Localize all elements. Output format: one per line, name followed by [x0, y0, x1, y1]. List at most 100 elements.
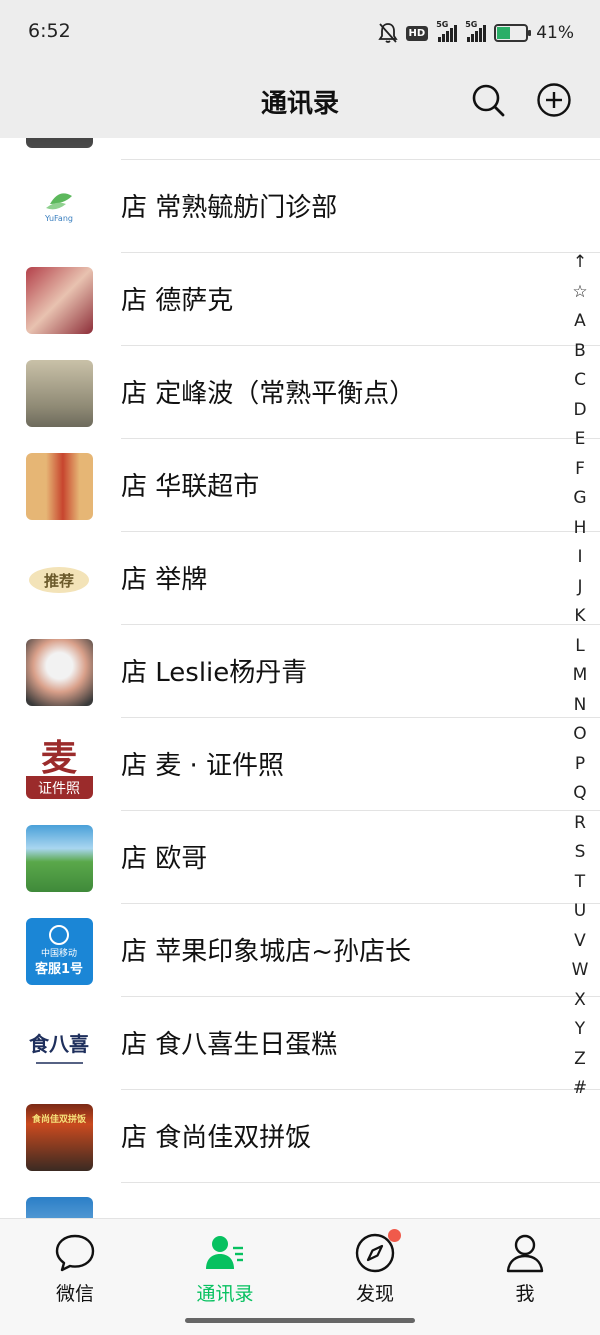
battery-percent: 41%	[536, 23, 574, 43]
contact-row[interactable]: 食尚佳双拼饭 店 食尚佳双拼饭	[0, 1090, 600, 1183]
contact-avatar: YuFang	[26, 174, 93, 241]
tab-me[interactable]: 我	[450, 1231, 600, 1306]
index-letter[interactable]: R	[566, 809, 594, 839]
index-letter[interactable]: ☆	[566, 278, 594, 308]
tab-label: 我	[515, 1283, 535, 1305]
contact-avatar	[26, 639, 93, 706]
index-letter[interactable]: L	[566, 632, 594, 662]
person-icon	[506, 1234, 544, 1273]
network-label: 5G	[465, 20, 478, 29]
avatar-text: 推荐	[44, 572, 74, 590]
avatar-text: 中国移动	[41, 947, 77, 959]
avatar-subtext: 证件照	[38, 781, 80, 797]
index-letter[interactable]: M	[566, 661, 594, 691]
avatar-text: 食尚佳双拼饭	[31, 1113, 86, 1125]
contact-row[interactable]: 店 华联超市	[0, 439, 600, 532]
contact-row[interactable]: 店 Leslie杨丹青	[0, 625, 600, 718]
index-letter[interactable]: T	[566, 868, 594, 898]
index-letter[interactable]: Q	[566, 779, 594, 809]
status-time: 6:52	[28, 20, 71, 42]
contact-avatar	[26, 453, 93, 520]
index-letter[interactable]: W	[566, 956, 594, 986]
contact-name: 店 常熟毓舫门诊部	[121, 193, 338, 223]
plus-circle-icon[interactable]	[536, 82, 572, 118]
contact-list[interactable]: YuFang 店 常熟毓舫门诊部 店 德萨克 店 定峰波（常熟平衡点） 店 华联…	[0, 138, 600, 1218]
status-bar: 6:52 HD 5G 5G 41%	[0, 0, 600, 66]
contact-avatar	[26, 267, 93, 334]
index-letter[interactable]: V	[566, 927, 594, 957]
contact-row[interactable]: 店 德萨克	[0, 253, 600, 346]
tab-label: 发现	[355, 1283, 394, 1305]
contact-name: 店 定峰波（常熟平衡点）	[121, 379, 416, 409]
avatar-text: 麦	[41, 738, 77, 779]
contact-name: 店 举牌	[121, 565, 208, 595]
contact-name: 店 欧哥	[121, 844, 208, 874]
contact-name: 店 Leslie杨丹青	[121, 658, 308, 688]
page-title: 通讯录	[260, 89, 339, 119]
index-letter[interactable]: G	[566, 484, 594, 514]
tab-discover[interactable]: 发现	[300, 1229, 450, 1306]
contact-avatar	[26, 360, 93, 427]
contact-avatar: 食八喜	[26, 1011, 93, 1078]
contact-row[interactable]: 中国移动 客服1号 店 苹果印象城店~孙店长	[0, 904, 600, 997]
notification-dot	[388, 1229, 401, 1242]
contact-name: 店 麦 · 证件照	[121, 751, 285, 781]
signal-icon: 5G	[465, 20, 487, 42]
index-letter[interactable]: I	[566, 543, 594, 573]
contact-name: 店 食尚佳双拼饭	[121, 1123, 312, 1153]
index-letter[interactable]: N	[566, 691, 594, 721]
chat-bubble-icon	[55, 1234, 95, 1272]
contacts-icon	[206, 1236, 243, 1269]
index-letter[interactable]: X	[566, 986, 594, 1016]
header: 通讯录	[0, 66, 600, 138]
contact-name: 店 食八喜生日蛋糕	[121, 1030, 338, 1060]
contact-row[interactable]: 食八喜 店 食八喜生日蛋糕	[0, 997, 600, 1090]
avatar-text: 食八喜	[29, 1032, 89, 1056]
contact-row[interactable]	[0, 1183, 600, 1218]
index-letter[interactable]: ↑	[566, 248, 594, 278]
contact-avatar	[26, 825, 93, 892]
contact-row[interactable]: 店 定峰波（常熟平衡点）	[0, 346, 600, 439]
contact-avatar: 麦 证件照	[26, 732, 93, 799]
contact-name: 店 德萨克	[121, 286, 234, 316]
index-letter[interactable]: P	[566, 750, 594, 780]
index-letter[interactable]: O	[566, 720, 594, 750]
contact-avatar: 推荐	[26, 546, 93, 613]
contact-row[interactable]: YuFang 店 常熟毓舫门诊部	[0, 160, 600, 253]
alphabet-index[interactable]: ↑ ☆ A B C D E F G H I J K L M N O P Q R S T U V W X Y Z #	[566, 248, 594, 1104]
index-letter[interactable]: S	[566, 838, 594, 868]
index-letter[interactable]: Y	[566, 1015, 594, 1045]
contact-row[interactable]: 店 欧哥	[0, 811, 600, 904]
index-letter[interactable]: J	[566, 573, 594, 603]
index-letter[interactable]: B	[566, 337, 594, 367]
search-icon[interactable]	[470, 82, 506, 118]
index-letter[interactable]: F	[566, 455, 594, 485]
network-label: 5G	[436, 20, 449, 29]
index-letter[interactable]: Z	[566, 1045, 594, 1075]
index-letter[interactable]: H	[566, 514, 594, 544]
contact-row[interactable]: 推荐 店 举牌	[0, 532, 600, 625]
contact-avatar: 中国移动 客服1号	[26, 918, 93, 985]
index-letter[interactable]: U	[566, 897, 594, 927]
index-letter[interactable]: D	[566, 396, 594, 426]
status-icons: HD 5G 5G 41%	[377, 18, 574, 48]
tab-label: 通讯录	[196, 1283, 254, 1305]
home-indicator[interactable]	[185, 1318, 415, 1323]
tab-bar: 微信 通讯录 发现 我	[0, 1218, 600, 1335]
avatar-subtext: 客服1号	[35, 961, 83, 977]
signal-icon: 5G	[436, 20, 458, 42]
index-letter[interactable]: A	[566, 307, 594, 337]
avatar-text: YuFang	[44, 214, 73, 223]
contact-name: 店 华联超市	[121, 472, 260, 502]
hd-badge: HD	[405, 25, 429, 41]
tab-contacts[interactable]: 通讯录	[150, 1231, 300, 1306]
index-letter[interactable]: C	[566, 366, 594, 396]
contact-row[interactable]: 麦 证件照 店 麦 · 证件照	[0, 718, 600, 811]
contact-avatar: 食尚佳双拼饭	[26, 1104, 93, 1171]
index-letter[interactable]: E	[566, 425, 594, 455]
contact-name: 店 苹果印象城店~孙店长	[121, 937, 412, 967]
index-letter[interactable]: #	[566, 1074, 594, 1104]
contact-row[interactable]	[0, 138, 600, 160]
tab-chats[interactable]: 微信	[0, 1231, 150, 1306]
index-letter[interactable]: K	[566, 602, 594, 632]
